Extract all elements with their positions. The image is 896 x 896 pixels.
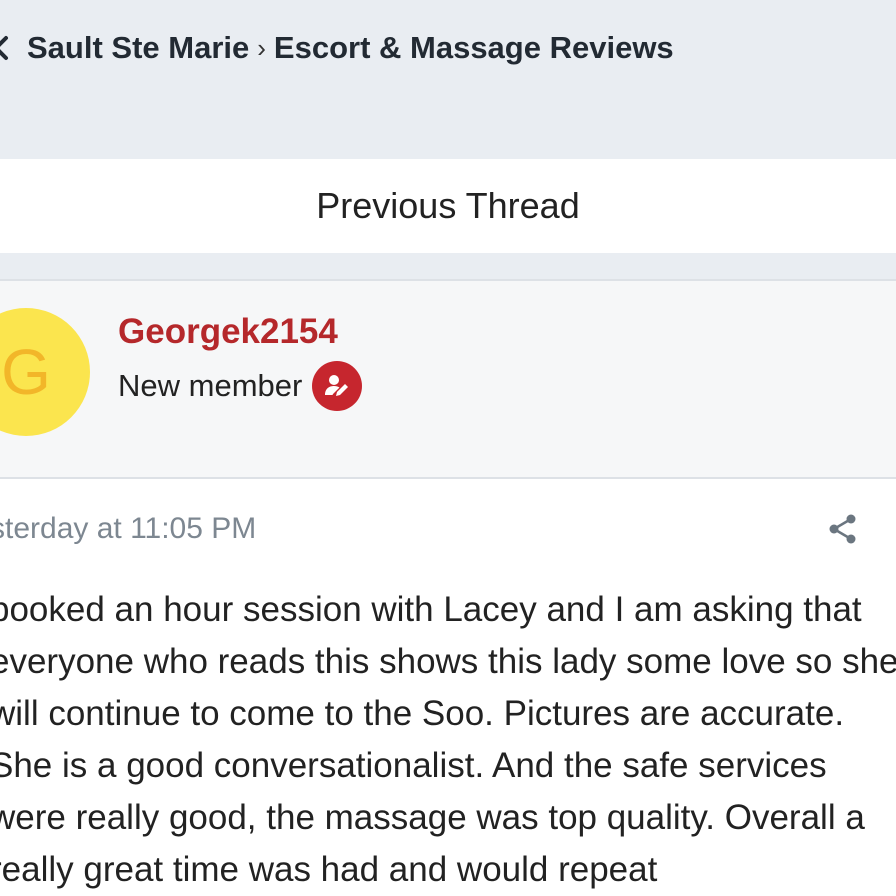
chevron-left-icon[interactable] bbox=[0, 26, 14, 70]
top-bar: Sault Ste Marie › Escort & Massage Revie… bbox=[0, 0, 896, 159]
post-meta: sterday at 11:05 PM bbox=[0, 508, 896, 552]
post-body: booked an hour session with Lacey and I … bbox=[0, 584, 896, 896]
post-body-line: She is a good conversationalist. And the… bbox=[0, 746, 827, 785]
post-author-block: G Georgek2154 New member bbox=[0, 279, 896, 479]
previous-thread-button[interactable]: Previous Thread bbox=[0, 159, 896, 253]
section-divider bbox=[0, 253, 896, 279]
avatar-letter: G bbox=[1, 336, 51, 408]
breadcrumb: Sault Ste Marie › Escort & Massage Revie… bbox=[0, 26, 674, 70]
post-body-line: will continue to come to the Soo. Pictur… bbox=[0, 694, 845, 733]
post-body-line: booked an hour session with Lacey and I … bbox=[0, 590, 862, 629]
breadcrumb-current-link[interactable]: Escort & Massage Reviews bbox=[274, 30, 674, 66]
user-edit-icon bbox=[312, 361, 363, 411]
breadcrumb-parent-link[interactable]: Sault Ste Marie bbox=[27, 30, 249, 66]
post-timestamp[interactable]: sterday at 11:05 PM bbox=[0, 512, 256, 546]
post-body-line: everyone who reads this shows this lady … bbox=[0, 642, 896, 681]
author-role: New member bbox=[118, 368, 303, 403]
breadcrumb-separator: › bbox=[257, 32, 266, 63]
author-username[interactable]: Georgek2154 bbox=[118, 312, 338, 352]
avatar[interactable]: G bbox=[0, 308, 90, 436]
post-body-line: really great time was had and would repe… bbox=[0, 850, 658, 889]
author-role-row: New member bbox=[118, 361, 363, 411]
share-icon[interactable] bbox=[826, 512, 860, 546]
previous-thread-label: Previous Thread bbox=[316, 185, 580, 226]
post-body-line: were really good, the massage was top qu… bbox=[0, 798, 865, 837]
